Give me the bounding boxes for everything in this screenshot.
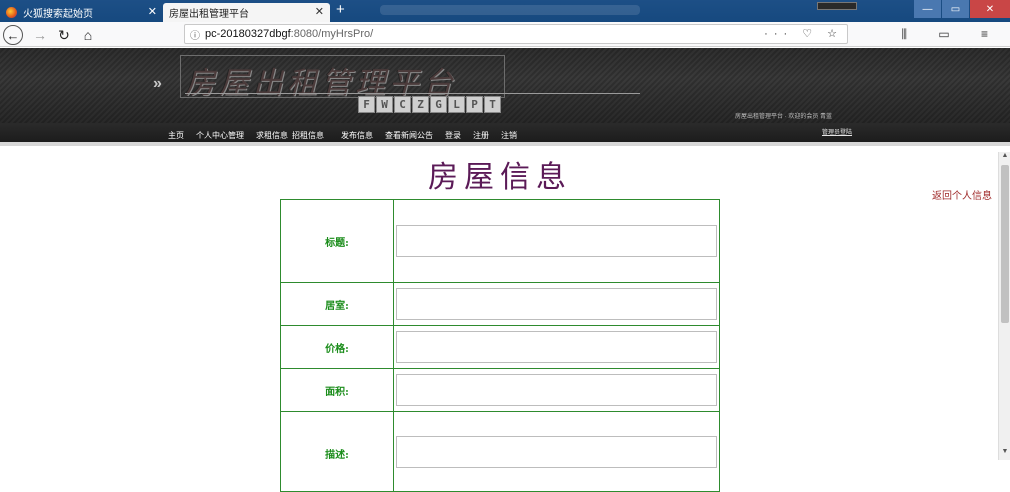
description-textarea[interactable] — [396, 435, 717, 468]
rooms-textarea[interactable] — [396, 288, 717, 320]
blurred-window-title — [380, 5, 640, 15]
menu-news[interactable]: 查看新闻公告 — [385, 130, 433, 141]
close-tab-icon[interactable]: ✕ — [148, 5, 157, 18]
return-profile-link[interactable]: 返回个人信息 — [932, 187, 992, 202]
logo-underline — [185, 93, 640, 94]
menu-logout[interactable]: 注销 — [501, 130, 517, 141]
field-cell — [393, 199, 720, 283]
logo-letter: Z — [412, 96, 429, 113]
maximize-button[interactable]: ▭ — [942, 0, 969, 18]
browser-nav-bar: ← → ↻ ⌂ ⓘ pc-20180327dbgf:8080/myHrsPro/… — [0, 22, 1010, 47]
field-cell — [393, 325, 720, 369]
logo-letter: T — [484, 96, 501, 113]
home-button[interactable]: ⌂ — [78, 25, 98, 45]
page-scrollbar[interactable]: ▲ ▼ — [998, 152, 1010, 460]
main-menu: 主页 个人中心管理 求租信息 招租信息 发布信息 查看新闻公告 登录 注册 注销 — [168, 130, 529, 141]
back-button[interactable]: ← — [3, 25, 23, 45]
menu-personal-center[interactable]: 个人中心管理 — [196, 130, 244, 141]
page-actions[interactable]: ··· ♡ ☆ — [764, 27, 843, 40]
site-info-icon[interactable]: ⓘ — [185, 27, 205, 42]
tab-rental-platform[interactable]: 房屋出租管理平台 ✕ — [163, 3, 330, 22]
logo-letter-blocks: F W C Z G L P T — [358, 96, 502, 113]
field-label-rooms: 居室: — [280, 282, 394, 326]
scroll-down-arrow-icon[interactable]: ▼ — [999, 448, 1010, 460]
field-label-area: 面积: — [280, 368, 394, 412]
logo-letter: C — [394, 96, 411, 113]
tab-label: 火狐搜索起始页 — [23, 9, 93, 20]
logo-letter: L — [448, 96, 465, 113]
logo-letter: P — [466, 96, 483, 113]
price-textarea[interactable] — [396, 331, 717, 363]
url-host: pc-20180327dbgf — [205, 28, 291, 40]
minimize-button[interactable]: — — [914, 0, 941, 18]
menu-publish[interactable]: 发布信息 — [341, 130, 373, 141]
double-chevron-icon: » — [153, 75, 162, 92]
menu-for-rent[interactable]: 招租信息 — [292, 130, 324, 141]
browser-tab-bar: 火狐搜索起始页 ✕ 房屋出租管理平台 ✕ + — ▭ ✕ — [0, 0, 1010, 22]
field-label-price: 价格: — [280, 325, 394, 369]
url-path: :8080/myHrsPro/ — [290, 28, 374, 40]
house-info-form: 标题: 居室: 价格: 面积: 描述: — [280, 199, 720, 492]
field-cell — [393, 282, 720, 326]
menu-register[interactable]: 注册 — [473, 130, 489, 141]
reload-button[interactable]: ↻ — [54, 25, 74, 45]
field-label-title: 标题: — [280, 199, 394, 283]
field-label-description: 描述: — [280, 411, 394, 492]
admin-login-link[interactable]: 管理员登陆 — [822, 127, 852, 136]
forward-button[interactable]: → — [30, 25, 50, 45]
tab-label: 房屋出租管理平台 — [169, 9, 249, 20]
close-tab-icon[interactable]: ✕ — [315, 5, 324, 18]
title-textarea[interactable] — [396, 225, 717, 257]
tab-search-home[interactable]: 火狐搜索起始页 ✕ — [0, 3, 163, 22]
menu-home[interactable]: 主页 — [168, 130, 184, 141]
field-cell — [393, 368, 720, 412]
scroll-thumb[interactable] — [1001, 165, 1009, 323]
firefox-icon — [6, 7, 17, 18]
address-bar[interactable]: ⓘ pc-20180327dbgf:8080/myHrsPro/ ··· ♡ ☆ — [184, 24, 848, 44]
menu-login[interactable]: 登录 — [445, 130, 461, 141]
logo-letter: W — [376, 96, 393, 113]
new-tab-button[interactable]: + — [336, 1, 345, 18]
logo-letter: F — [358, 96, 375, 113]
menu-rent-wanted[interactable]: 求租信息 — [256, 130, 288, 141]
page-title: 房屋信息 — [428, 160, 572, 195]
site-menu-bar: 主页 个人中心管理 求租信息 招租信息 发布信息 查看新闻公告 登录 注册 注销… — [0, 123, 1010, 146]
header-shading — [0, 48, 1010, 123]
area-textarea[interactable] — [396, 374, 717, 406]
scroll-up-arrow-icon[interactable]: ▲ — [999, 152, 1010, 164]
window-controls: — ▭ ✕ — [913, 0, 1010, 18]
toolbar-icons[interactable]: ⫼ ▭ ≡ — [901, 27, 1002, 42]
logo-letter: G — [430, 96, 447, 113]
tray-indicator — [817, 2, 857, 10]
welcome-text: 房屋出租管理平台 · 欢迎的会员 青蓝 — [735, 114, 832, 120]
field-cell — [393, 411, 720, 492]
close-window-button[interactable]: ✕ — [970, 0, 1010, 18]
